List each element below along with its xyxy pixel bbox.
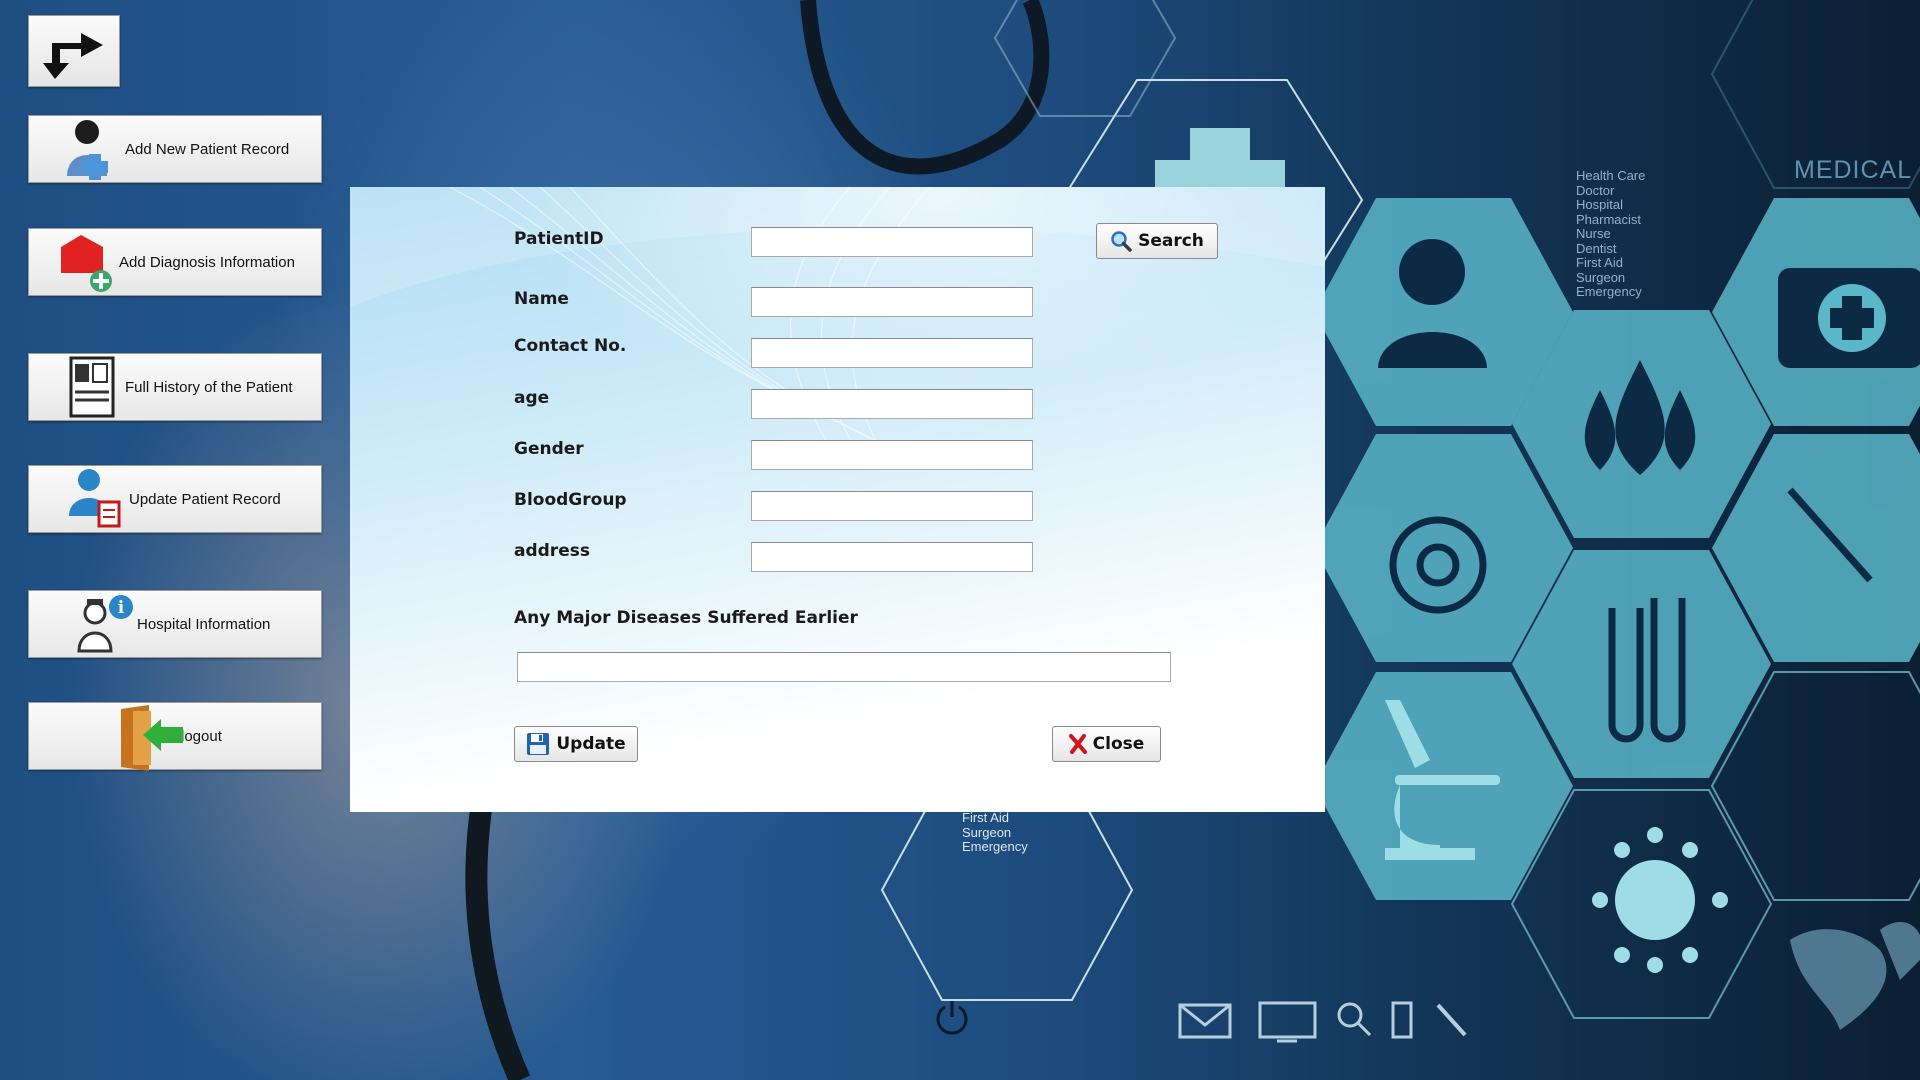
update-button-label: Update (556, 734, 626, 754)
save-floppy-icon (527, 733, 550, 755)
add-patient-icon (63, 118, 121, 180)
blood-group-label: BloodGroup (514, 490, 627, 510)
age-input[interactable] (751, 389, 1033, 419)
turn-arrow-icon (43, 33, 103, 79)
patient-form-dialog: PatientID Search Name Contact No. age Ge… (350, 187, 1325, 812)
nav-label: logout (181, 727, 222, 745)
background-list-text: Health Care Doctor Hospital Pharmacist Nur… (1576, 168, 1646, 299)
update-patient-record-button[interactable]: Update Patient Record (28, 465, 322, 533)
nav-label: Update Patient Record (129, 490, 281, 508)
contact-input[interactable] (751, 338, 1033, 368)
name-label: Name (514, 289, 569, 309)
background-medical-label: MEDICAL (1794, 156, 1913, 184)
diagnosis-icon (57, 231, 115, 293)
add-diagnosis-information-button[interactable]: Add Diagnosis Information (28, 228, 322, 296)
nav-label: Add New Patient Record (125, 140, 290, 158)
gender-input[interactable] (751, 440, 1033, 470)
logout-door-icon (119, 705, 183, 771)
search-button-label: Search (1138, 231, 1204, 251)
background-lower-text: First Aid Surgeon Emergency (962, 810, 1028, 854)
contact-label: Contact No. (514, 336, 627, 356)
power-icon (936, 1001, 968, 1035)
name-input[interactable] (751, 287, 1033, 317)
phone-icon (1391, 1001, 1413, 1039)
hospital-info-icon: i (75, 593, 133, 655)
bottom-icon-bar (936, 1001, 1467, 1043)
history-icon (63, 356, 121, 418)
search-icon (1337, 1002, 1372, 1037)
monitor-icon (1258, 1001, 1317, 1043)
diseases-label: Any Major Diseases Suffered Earlier (514, 608, 858, 628)
close-x-icon (1068, 734, 1087, 754)
back-button[interactable] (28, 15, 120, 87)
diseases-input[interactable] (517, 652, 1171, 682)
address-label: address (514, 541, 590, 561)
nav-label: Add Diagnosis Information (119, 253, 295, 271)
mail-icon (1178, 1003, 1232, 1039)
blood-group-input[interactable] (751, 491, 1033, 521)
update-patient-icon (67, 468, 125, 530)
svg-text:i: i (118, 598, 125, 618)
nav-label: Full History of the Patient (125, 378, 293, 396)
tool-icon (1436, 1003, 1467, 1037)
logout-button[interactable]: logout (28, 702, 322, 771)
age-label: age (514, 388, 550, 408)
close-button[interactable]: Close (1052, 726, 1161, 762)
gender-label: Gender (514, 439, 584, 459)
add-new-patient-record-button[interactable]: Add New Patient Record (28, 115, 322, 183)
patient-id-label: PatientID (514, 229, 604, 249)
close-button-label: Close (1092, 734, 1145, 754)
hospital-information-button[interactable]: i Hospital Information (28, 590, 322, 658)
update-button[interactable]: Update (514, 726, 638, 762)
nav-label: Hospital Information (137, 615, 271, 633)
search-icon (1111, 231, 1132, 252)
search-button[interactable]: Search (1096, 223, 1218, 259)
patient-id-input[interactable] (751, 227, 1033, 257)
address-input[interactable] (751, 542, 1033, 572)
full-history-button[interactable]: Full History of the Patient (28, 353, 322, 421)
